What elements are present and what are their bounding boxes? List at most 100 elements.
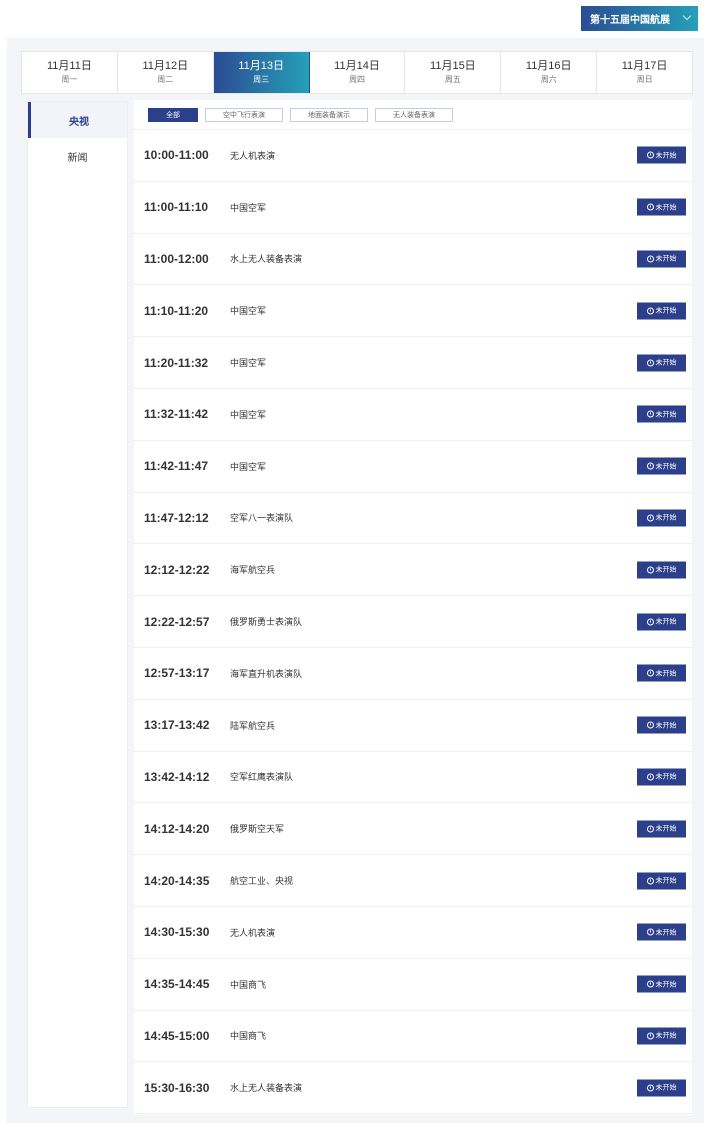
- event-title: 中国空军: [230, 409, 267, 420]
- status-button[interactable]: 未开始: [637, 820, 686, 838]
- clock-icon: [646, 928, 654, 936]
- date-tab-1112[interactable]: 11月12日 周二: [118, 52, 214, 93]
- filter-air-show[interactable]: 空中飞行表演: [205, 107, 283, 122]
- event-title: 空军八一表演队: [230, 513, 294, 524]
- status-button[interactable]: 未开始: [637, 457, 686, 475]
- event-time: 12:22-12:57: [144, 614, 210, 629]
- table-row: 11:20-11:32 中国空军 未开始: [134, 337, 692, 389]
- event-time: 13:17-13:42: [144, 718, 210, 733]
- weekday-label: 周六: [540, 75, 557, 84]
- date-tab-1115[interactable]: 11月15日 周五: [405, 52, 502, 93]
- date-tab-1116[interactable]: 11月16日 周六: [501, 52, 598, 93]
- clock-icon: [646, 1084, 654, 1092]
- event-time: 15:30-16:30: [144, 1080, 210, 1095]
- clock-icon: [646, 980, 654, 988]
- filter-label: 地面装备演示: [308, 111, 350, 119]
- event-title: 无人机表演: [230, 150, 276, 161]
- weekday-label: 周一: [61, 75, 78, 84]
- weekday-label: 周五: [444, 75, 461, 84]
- date-label: 11月13日: [238, 60, 284, 72]
- event-title: 中国商飞: [230, 979, 267, 990]
- status-button[interactable]: 未开始: [637, 613, 686, 631]
- event-time: 14:30-15:30: [144, 925, 210, 940]
- clock-icon: [646, 825, 654, 833]
- event-time: 12:12-12:22: [144, 562, 210, 577]
- table-row: 11:10-11:20 中国空军 未开始: [134, 285, 692, 338]
- sidebar-item-cctv[interactable]: 央视: [28, 102, 127, 138]
- table-row: 11:32-11:42 中国空军 未开始: [134, 389, 692, 441]
- status-button[interactable]: 未开始: [637, 405, 686, 423]
- filter-all[interactable]: 全部: [148, 107, 198, 122]
- clock-icon: [646, 877, 654, 885]
- status-button[interactable]: 未开始: [637, 250, 686, 268]
- event-time: 11:10-11:20: [144, 303, 209, 318]
- date-tab-1113[interactable]: 11月13日 周三: [213, 52, 310, 93]
- status-label: 未开始: [655, 307, 677, 315]
- filter-label: 全部: [166, 111, 180, 119]
- event-time: 10:00-11:00: [144, 148, 209, 163]
- status-label: 未开始: [655, 722, 677, 730]
- event-time: 12:57-13:17: [144, 666, 210, 681]
- clock-icon: [646, 151, 654, 159]
- date-tab-1111[interactable]: 11月11日 周一: [22, 52, 118, 93]
- clock-icon: [646, 462, 654, 470]
- clock-icon: [646, 1032, 654, 1040]
- clock-icon: [646, 410, 654, 418]
- status-button[interactable]: 未开始: [637, 872, 686, 890]
- date-label: 11月12日: [142, 60, 189, 72]
- channel-sidebar: 央视 新闻: [27, 101, 128, 1108]
- table-row: 15:30-16:30 水上无人装备表演 未开始: [134, 1062, 692, 1115]
- weekday-label: 周日: [636, 75, 653, 84]
- filter-label: 空中飞行表演: [223, 111, 265, 119]
- status-button[interactable]: 未开始: [637, 354, 686, 372]
- event-time: 14:45-15:00: [144, 1028, 210, 1043]
- status-button[interactable]: 未开始: [637, 509, 686, 527]
- weekday-label: 周四: [349, 75, 365, 84]
- status-button[interactable]: 未开始: [637, 768, 686, 786]
- date-label: 11月16日: [525, 60, 572, 72]
- event-title: 中国空军: [230, 306, 267, 317]
- status-button[interactable]: 未开始: [637, 716, 686, 734]
- event-time: 14:20-14:35: [144, 873, 210, 888]
- event-title: 俄罗斯勇士表演队: [230, 617, 303, 628]
- edition-select-button[interactable]: 第十五届中国航展: [581, 6, 698, 31]
- status-button[interactable]: 未开始: [637, 975, 686, 993]
- event-title: 中国空军: [230, 358, 267, 369]
- status-button[interactable]: 未开始: [637, 198, 686, 216]
- table-row: 12:22-12:57 俄罗斯勇士表演队 未开始: [134, 596, 692, 648]
- sidebar-item-label: 央视: [69, 116, 89, 128]
- event-title: 空军红鹰表演队: [230, 772, 294, 783]
- event-time: 14:12-14:20: [144, 821, 210, 836]
- table-row: 14:35-14:45 中国商飞 未开始: [134, 959, 692, 1011]
- date-tab-1114[interactable]: 11月14日 周四: [310, 52, 406, 93]
- status-label: 未开始: [655, 1084, 677, 1092]
- event-time: 11:00-12:00: [144, 251, 209, 266]
- table-row: 14:45-15:00 中国商飞 未开始: [134, 1011, 692, 1063]
- status-button[interactable]: 未开始: [637, 1027, 686, 1045]
- status-button[interactable]: 未开始: [637, 1079, 686, 1097]
- sidebar-item-news[interactable]: 新闻: [28, 138, 127, 174]
- status-label: 未开始: [655, 877, 677, 885]
- status-button[interactable]: 未开始: [637, 302, 686, 320]
- status-button[interactable]: 未开始: [637, 923, 686, 941]
- table-row: 14:20-14:35 航空工业、央视 未开始: [134, 855, 692, 907]
- event-time: 13:42-14:12: [144, 769, 210, 784]
- event-time: 11:42-11:47: [144, 459, 209, 474]
- status-label: 未开始: [655, 670, 677, 678]
- clock-icon: [646, 255, 654, 263]
- schedule-list: 10:00-11:00 无人机表演 未开始 11:00-11:10 中国空军 未开始 11:…: [134, 130, 692, 1115]
- table-row: 14:12-14:20 俄罗斯空天军 未开始: [134, 803, 692, 856]
- status-button[interactable]: 未开始: [637, 561, 686, 579]
- table-row: 14:30-15:30 无人机表演 未开始: [134, 907, 692, 959]
- date-tab-1117[interactable]: 11月17日 周日: [597, 52, 692, 93]
- status-button[interactable]: 未开始: [637, 146, 686, 164]
- event-title: 海军直升机表演队: [230, 668, 303, 679]
- status-label: 未开始: [655, 514, 677, 522]
- filter-ground-equipment[interactable]: 地面装备演示: [290, 107, 368, 122]
- filter-unmanned-show[interactable]: 无人装备表演: [375, 107, 453, 122]
- status-button[interactable]: 未开始: [637, 664, 686, 682]
- table-row: 11:47-12:12 空军八一表演队 未开始: [134, 493, 692, 545]
- clock-icon: [646, 669, 654, 677]
- clock-icon: [646, 359, 654, 367]
- table-row: 12:12-12:22 海军航空兵 未开始: [134, 544, 692, 597]
